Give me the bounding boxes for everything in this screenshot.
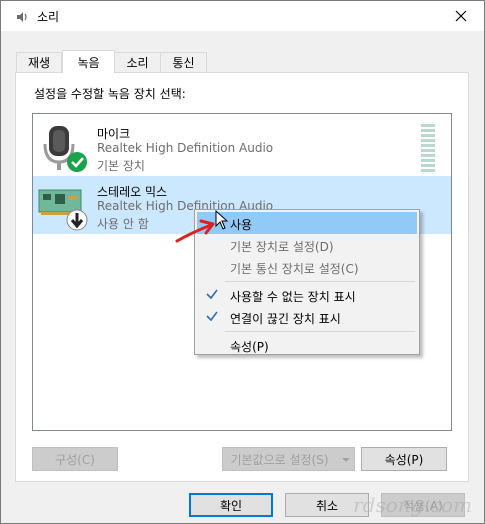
menu-item-set-default-device[interactable]: 기본 장치로 설정(D) xyxy=(197,234,417,256)
device-status: 기본 장치 xyxy=(97,159,145,173)
set-default-button[interactable]: 기본값으로 설정(S) xyxy=(222,447,355,471)
menu-item-enable[interactable]: 사용 xyxy=(197,212,417,234)
button-label: 확인 xyxy=(219,498,243,513)
tab-label: 통신 xyxy=(172,56,195,70)
menu-item-show-disabled-devices[interactable]: 사용할 수 없는 장치 표시 xyxy=(197,284,417,306)
menu-item-label: 연결이 끊긴 장치 표시 xyxy=(230,312,341,326)
properties-button[interactable]: 속성(P) xyxy=(361,447,447,471)
microphone-icon xyxy=(43,126,87,172)
title-bar[interactable]: 소리 xyxy=(1,1,484,31)
tab-playback[interactable]: 재생 xyxy=(16,52,62,72)
button-label: 취소 xyxy=(315,498,339,513)
device-item-microphone[interactable]: 마이크 Realtek High Definition Audio 기본 장치 xyxy=(33,118,451,176)
device-name: 스테레오 믹스 xyxy=(97,185,168,199)
checkmark-icon xyxy=(206,311,218,322)
button-label: 구성(C) xyxy=(55,452,95,467)
menu-item-label: 기본 통신 장치로 설정(C) xyxy=(230,262,359,276)
panel-instruction: 설정을 수정할 녹음 장치 선택: xyxy=(34,87,186,101)
tab-label: 녹음 xyxy=(77,55,100,70)
annotation-arrow-icon xyxy=(175,219,215,243)
close-button[interactable] xyxy=(438,1,484,31)
speaker-icon xyxy=(17,12,27,22)
menu-item-label: 사용할 수 없는 장치 표시 xyxy=(230,290,356,304)
menu-item-properties[interactable]: 속성(P) xyxy=(197,334,417,356)
button-label: 속성(P) xyxy=(384,452,424,467)
tab-recording[interactable]: 녹음 xyxy=(62,50,115,73)
device-name: 마이크 xyxy=(97,127,131,141)
device-status: 사용 안 함 xyxy=(97,217,149,231)
level-meter-icon xyxy=(421,124,435,172)
menu-item-show-disconnected-devices[interactable]: 연결이 끊긴 장치 표시 xyxy=(197,306,417,328)
menu-separator xyxy=(225,281,415,282)
menu-item-label: 사용 xyxy=(230,218,253,232)
button-label: 기본값으로 설정(S) xyxy=(230,452,329,467)
mouse-cursor-icon xyxy=(215,210,229,230)
menu-item-label: 기본 장치로 설정(D) xyxy=(230,240,334,254)
default-check-badge-icon xyxy=(67,152,87,172)
menu-item-label: 속성(P) xyxy=(230,340,269,354)
close-icon xyxy=(455,10,467,22)
window-title: 소리 xyxy=(37,10,60,24)
chevron-down-icon[interactable] xyxy=(341,456,351,464)
tab-communications[interactable]: 통신 xyxy=(160,52,207,72)
device-description: Realtek High Definition Audio xyxy=(97,141,274,155)
checkmark-icon xyxy=(206,289,218,300)
sound-card-icon xyxy=(38,189,88,231)
menu-item-set-default-communication[interactable]: 기본 통신 장치로 설정(C) xyxy=(197,256,417,278)
watermark: rdsong.com xyxy=(353,493,472,517)
tab-label: 재생 xyxy=(27,56,51,70)
ok-button[interactable]: 확인 xyxy=(189,493,273,517)
tab-sounds[interactable]: 소리 xyxy=(114,52,161,72)
tab-label: 소리 xyxy=(126,56,149,70)
sound-dialog: 소리 재생 녹음 소리 통신 설정을 수정할 녹음 장치 선택: 마이크 Rea… xyxy=(0,0,485,524)
configure-button[interactable]: 구성(C) xyxy=(32,447,118,471)
context-menu: 사용 기본 장치로 설정(D) 기본 통신 장치로 설정(C) 사용할 수 없는… xyxy=(194,209,420,355)
menu-separator xyxy=(225,331,415,332)
